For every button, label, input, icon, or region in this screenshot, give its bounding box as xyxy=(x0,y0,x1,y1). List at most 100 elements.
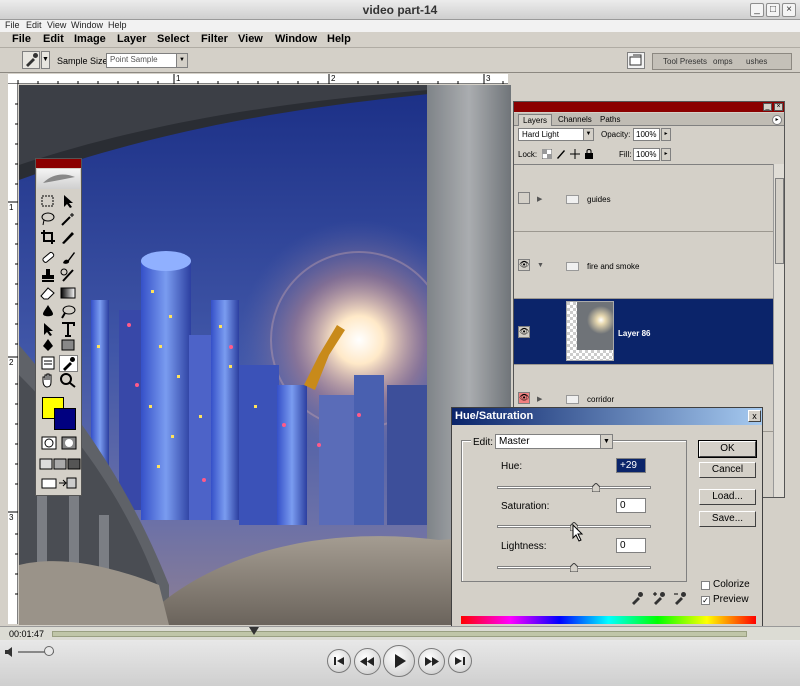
preset-dropdown-arrow[interactable]: ▼ xyxy=(41,51,50,69)
fill-slider-button[interactable]: ▸ xyxy=(661,148,671,161)
layers-scrollbar[interactable] xyxy=(773,164,784,497)
player-menu-file[interactable]: File xyxy=(5,20,20,30)
collapse-triangle-icon[interactable]: ▼ xyxy=(537,262,544,269)
saturation-input[interactable]: 0 xyxy=(616,498,646,513)
ps-menu-filter[interactable]: Filter xyxy=(201,33,228,45)
blend-mode-select[interactable]: Hard Light ▼ xyxy=(518,128,594,141)
shape-tool[interactable] xyxy=(59,337,78,354)
ps-menu-file[interactable]: File xyxy=(12,33,31,45)
eye-icon[interactable]: 👁 xyxy=(518,392,530,404)
eyedropper-plus-button[interactable] xyxy=(652,591,666,605)
lock-position-icon[interactable] xyxy=(570,149,580,159)
skip-forward-button[interactable] xyxy=(448,649,472,673)
hand-tool[interactable] xyxy=(39,372,58,389)
tab-comps[interactable]: omps xyxy=(713,57,733,66)
tab-tool-presets[interactable]: Tool Presets xyxy=(663,57,707,66)
ps-menu-window[interactable]: Window xyxy=(275,33,317,45)
volume-slider-knob[interactable] xyxy=(44,646,54,656)
colorize-checkbox[interactable] xyxy=(701,581,710,590)
marquee-tool[interactable] xyxy=(39,193,58,210)
file-browser-button[interactable] xyxy=(627,52,645,69)
timeline-track[interactable] xyxy=(52,631,747,637)
magic-wand-tool[interactable] xyxy=(59,211,78,228)
fast-forward-button[interactable] xyxy=(418,648,445,675)
eye-icon[interactable]: 👁 xyxy=(518,326,530,338)
layer-row-layer-86[interactable]: 👁 Layer 86 xyxy=(514,299,773,365)
ps-menu-image[interactable]: Image xyxy=(74,33,106,45)
playhead-marker[interactable] xyxy=(248,627,259,636)
hue-slider-handle[interactable] xyxy=(591,483,600,492)
feather-logo-icon[interactable] xyxy=(37,169,80,189)
background-color-swatch[interactable] xyxy=(54,408,76,430)
toolbox-titlebar[interactable] xyxy=(36,159,81,168)
pen-tool[interactable] xyxy=(39,337,58,354)
blur-tool[interactable] xyxy=(39,303,58,320)
move-tool[interactable] xyxy=(59,193,78,210)
jump-to-imageready-button[interactable] xyxy=(39,475,79,492)
opacity-slider-button[interactable]: ▸ xyxy=(661,128,671,141)
lightness-slider-handle[interactable] xyxy=(570,563,578,572)
healing-brush-tool[interactable] xyxy=(39,249,58,266)
maximize-button[interactable]: □ xyxy=(766,3,780,17)
palette-menu-button[interactable]: ▸ xyxy=(772,115,782,125)
clone-stamp-tool[interactable] xyxy=(39,267,58,284)
load-button[interactable]: Load... xyxy=(699,489,756,505)
notes-tool[interactable] xyxy=(39,355,58,372)
tab-paths[interactable]: Paths xyxy=(596,114,624,126)
palette-minimize-button[interactable]: _ xyxy=(763,103,772,111)
edit-range-select[interactable]: Master ▼ xyxy=(495,434,613,449)
cancel-button[interactable]: Cancel xyxy=(699,462,756,478)
layer-row-guides[interactable]: ▶ guides xyxy=(514,165,773,232)
scrollbar-thumb[interactable] xyxy=(775,178,784,264)
gradient-tool[interactable] xyxy=(59,285,78,302)
ps-menu-view[interactable]: View xyxy=(238,33,263,45)
ps-menu-select[interactable]: Select xyxy=(157,33,189,45)
eyedropper-button[interactable] xyxy=(630,591,644,605)
close-button[interactable]: × xyxy=(782,3,796,17)
play-button[interactable] xyxy=(383,645,415,677)
eyedropper-tool[interactable] xyxy=(59,355,78,372)
ps-menu-edit[interactable]: Edit xyxy=(43,33,64,45)
history-brush-tool[interactable] xyxy=(59,267,78,284)
ok-button[interactable]: OK xyxy=(698,440,757,458)
palette-close-button[interactable]: × xyxy=(774,103,783,111)
eyedropper-preset-button[interactable] xyxy=(22,51,40,69)
tab-layers[interactable]: Layers xyxy=(518,114,553,126)
ps-menu-layer[interactable]: Layer xyxy=(117,33,146,45)
screen-mode-full[interactable] xyxy=(67,457,86,474)
layer-row-fire-and-smoke[interactable]: 👁 ▼ fire and smoke xyxy=(514,232,773,299)
expand-triangle-icon[interactable]: ▶ xyxy=(537,195,542,203)
ps-menu-help[interactable]: Help xyxy=(327,33,351,45)
player-menu-help[interactable]: Help xyxy=(108,20,127,30)
speaker-icon[interactable] xyxy=(4,646,16,658)
player-menu-view[interactable]: View xyxy=(47,20,66,30)
quickmask-mode-button[interactable] xyxy=(60,435,79,452)
hue-input[interactable]: +29 xyxy=(616,458,646,473)
lock-all-icon[interactable] xyxy=(584,149,594,159)
brush-tool[interactable] xyxy=(59,249,78,266)
skip-back-button[interactable] xyxy=(327,649,351,673)
dialog-close-button[interactable]: x xyxy=(748,410,761,422)
layers-titlebar[interactable]: _ × xyxy=(514,102,784,112)
dodge-tool[interactable] xyxy=(59,303,78,320)
dialog-titlebar[interactable]: Hue/Saturation x xyxy=(452,408,762,425)
player-menu-window[interactable]: Window xyxy=(71,20,103,30)
zoom-tool[interactable] xyxy=(59,372,78,389)
preview-checkbox[interactable]: ✓ xyxy=(701,596,710,605)
player-menu-edit[interactable]: Edit xyxy=(26,20,42,30)
path-selection-tool[interactable] xyxy=(39,321,58,338)
type-tool[interactable] xyxy=(59,321,78,338)
eyedropper-minus-button[interactable] xyxy=(673,591,687,605)
sample-size-select[interactable]: Point Sample ▼ xyxy=(106,53,188,68)
slice-tool[interactable] xyxy=(59,229,78,246)
lightness-input[interactable]: 0 xyxy=(616,538,646,553)
rewind-button[interactable] xyxy=(354,648,381,675)
lasso-tool[interactable] xyxy=(39,211,58,228)
fill-input[interactable]: 100% xyxy=(633,148,660,161)
visibility-toggle[interactable] xyxy=(518,192,530,204)
standard-mode-button[interactable] xyxy=(40,435,59,452)
crop-tool[interactable] xyxy=(39,229,58,246)
eraser-tool[interactable] xyxy=(39,285,58,302)
tab-brushes[interactable]: ushes xyxy=(746,57,767,66)
lock-transparency-icon[interactable] xyxy=(541,148,553,160)
